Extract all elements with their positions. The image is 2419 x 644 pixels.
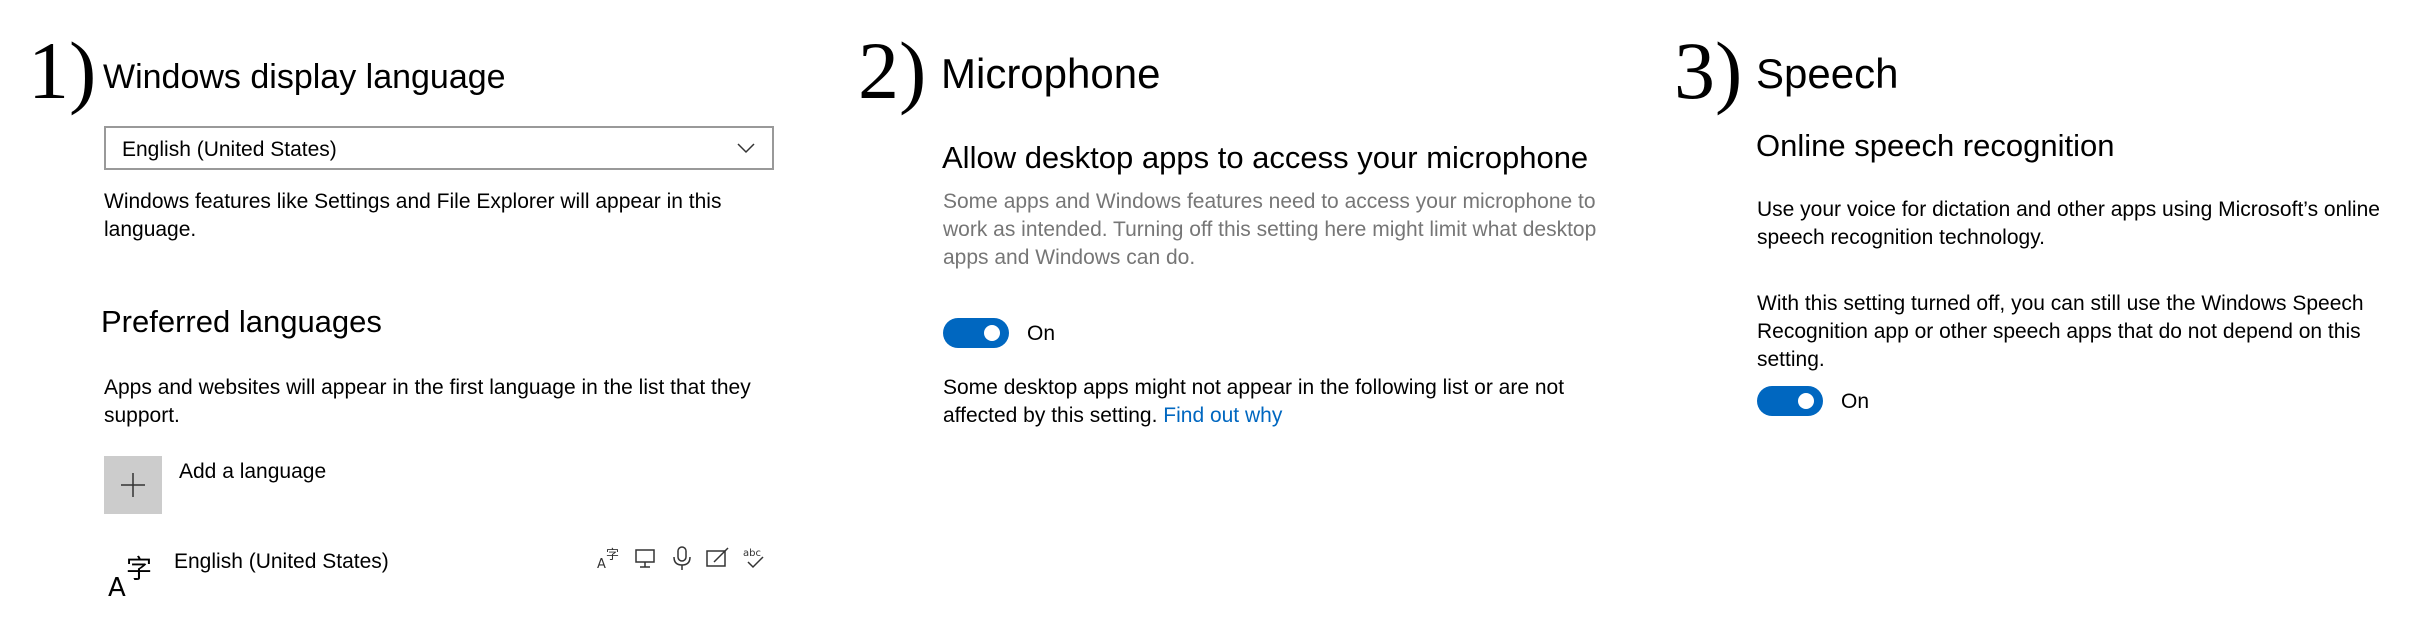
toggle-knob xyxy=(1798,393,1814,409)
language-feature-icons: A字 abc xyxy=(596,544,768,574)
panel-number: 3) xyxy=(1674,25,1743,116)
online-speech-heading: Online speech recognition xyxy=(1756,128,2115,163)
page-title: Speech xyxy=(1756,50,1899,97)
panel-display-language: 1) Windows display language English (Uni… xyxy=(0,0,800,644)
add-language-button[interactable] xyxy=(104,456,162,514)
desktop-apps-note: Some desktop apps might not appear in th… xyxy=(943,374,1623,430)
preferred-languages-description: Apps and websites will appear in the fir… xyxy=(104,376,751,427)
page-title: Microphone xyxy=(941,50,1161,97)
dropdown-value: English (United States) xyxy=(122,138,337,161)
toggle-knob xyxy=(984,325,1000,341)
display-language-dropdown[interactable]: English (United States) xyxy=(104,126,774,170)
svg-text:字: 字 xyxy=(606,548,619,563)
language-pack-icon: A字 xyxy=(596,544,624,572)
svg-text:A: A xyxy=(108,573,126,600)
microphone-section-heading: Allow desktop apps to access your microp… xyxy=(942,140,1589,175)
display-language-description: Windows features like Settings and File … xyxy=(104,190,722,241)
microphone-description: Some apps and Windows features need to a… xyxy=(943,190,1597,269)
language-icon: A 字 xyxy=(108,555,152,600)
panel-number: 2) xyxy=(858,25,927,116)
speech-description-1: Use your voice for dictation and other a… xyxy=(1757,198,2380,249)
add-language-label[interactable]: Add a language xyxy=(179,458,326,486)
online-speech-toggle[interactable] xyxy=(1757,386,1823,416)
plus-icon xyxy=(121,473,145,497)
handwriting-icon xyxy=(704,544,732,572)
panel-microphone: 2) Microphone Allow desktop apps to acce… xyxy=(820,0,1620,644)
find-out-why-link[interactable]: Find out why xyxy=(1163,404,1282,427)
display-icon xyxy=(632,544,660,572)
svg-text:字: 字 xyxy=(126,555,152,585)
speech-description-2: With this setting turned off, you can st… xyxy=(1757,292,2364,371)
toggle-state-label: On xyxy=(1841,390,1870,413)
preferred-languages-heading: Preferred languages xyxy=(101,304,382,339)
panel-speech: 3) Speech Online speech recognition Use … xyxy=(1640,0,2419,644)
language-item-label[interactable]: English (United States) xyxy=(174,548,389,576)
microphone-icon xyxy=(668,544,696,572)
page-title: Windows display language xyxy=(103,58,506,96)
svg-text:abc: abc xyxy=(743,548,761,559)
chevron-down-icon xyxy=(737,143,755,154)
toggle-state-label: On xyxy=(1027,322,1056,345)
panel-number: 1) xyxy=(28,25,97,116)
spellcheck-icon: abc xyxy=(740,544,768,572)
svg-text:A: A xyxy=(597,557,606,572)
microphone-access-toggle[interactable] xyxy=(943,318,1009,348)
